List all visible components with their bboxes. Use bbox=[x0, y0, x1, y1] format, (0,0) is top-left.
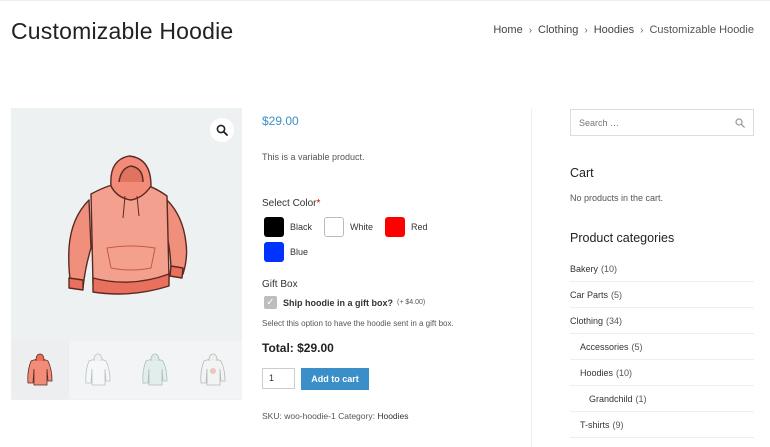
category-name: Hoodies bbox=[580, 367, 614, 378]
product-sku: SKU: woo-hoodie-1 bbox=[262, 411, 336, 421]
quantity-input[interactable]: 1 bbox=[262, 368, 295, 389]
product-main-image[interactable] bbox=[11, 108, 242, 340]
cart-widget-title: Cart bbox=[570, 166, 594, 180]
search-icon[interactable] bbox=[735, 117, 745, 128]
category-item-t-shirts[interactable]: T-shirts (9) bbox=[570, 412, 754, 438]
breadcrumb-home[interactable]: Home bbox=[493, 24, 522, 36]
breadcrumb-separator: › bbox=[640, 24, 644, 36]
category-count: (5) bbox=[631, 341, 643, 352]
swatch-red-box bbox=[385, 217, 406, 237]
gift-box-checkbox[interactable]: ✓ bbox=[264, 296, 277, 309]
category-count: (5) bbox=[611, 289, 623, 300]
product-meta: SKU: woo-hoodie-1 Category: Hoodies bbox=[262, 411, 409, 421]
categories-widget-title: Product categories bbox=[570, 231, 675, 245]
thumbnail-red-hoodie[interactable] bbox=[11, 341, 69, 399]
search-box bbox=[570, 109, 754, 136]
page-title: Customizable Hoodie bbox=[11, 18, 234, 44]
thumbnail-green-hoodie[interactable] bbox=[126, 341, 185, 399]
swatch-white-box bbox=[324, 217, 345, 237]
category-count: (10) bbox=[601, 263, 618, 274]
product-gallery bbox=[11, 108, 242, 400]
breadcrumb-hoodies[interactable]: Hoodies bbox=[594, 24, 634, 36]
category-count: (34) bbox=[606, 315, 623, 326]
gift-box-help-text: Select this option to have the hoodie se… bbox=[262, 319, 454, 328]
swatch-red[interactable]: Red bbox=[385, 217, 428, 237]
add-to-cart-button[interactable]: Add to cart bbox=[301, 368, 369, 390]
thumbnail-white-hoodie[interactable] bbox=[68, 341, 127, 399]
swatch-black-box bbox=[264, 217, 284, 237]
color-swatches-row-1: Black White Red bbox=[264, 217, 440, 237]
product-short-description: This is a variable product. bbox=[262, 152, 365, 162]
search-input[interactable] bbox=[579, 117, 719, 128]
breadcrumb-separator: › bbox=[528, 24, 533, 36]
sidebar-divider bbox=[531, 108, 532, 447]
category-name: Bakery bbox=[570, 263, 599, 274]
swatch-label: Black bbox=[290, 222, 313, 232]
product-total: Total: $29.00 bbox=[262, 341, 334, 355]
required-mark: * bbox=[316, 198, 321, 209]
category-item-clothing[interactable]: Clothing (34) bbox=[570, 308, 754, 334]
thumbnail-logo-hoodie[interactable] bbox=[184, 341, 242, 399]
category-item-car-parts[interactable]: Car Parts (5) bbox=[570, 282, 754, 308]
category-count: (9) bbox=[612, 419, 624, 430]
zoom-button[interactable] bbox=[210, 118, 234, 142]
checkmark-icon: ✓ bbox=[266, 297, 275, 308]
hoodie-thumbnail-icon bbox=[142, 353, 168, 386]
product-price: $29.00 bbox=[262, 114, 299, 128]
breadcrumb: Home › Clothing › Hoodies › Customizable… bbox=[493, 24, 754, 36]
hoodie-thumbnail-icon bbox=[85, 353, 111, 386]
cart-empty-message: No products in the cart. bbox=[570, 193, 664, 203]
magnifier-icon bbox=[216, 124, 228, 136]
category-count: (1) bbox=[635, 393, 647, 404]
hoodie-thumbnail-icon bbox=[27, 353, 53, 386]
swatch-label: Blue bbox=[290, 247, 309, 257]
swatch-black[interactable]: Black bbox=[264, 217, 312, 237]
category-name: Car Parts bbox=[570, 289, 609, 300]
hoodie-image bbox=[68, 155, 188, 295]
swatch-blue-box bbox=[264, 242, 284, 262]
color-label-text: Select Color bbox=[262, 198, 317, 209]
category-name: Clothing bbox=[570, 315, 604, 326]
color-swatches-row-2: Blue bbox=[264, 242, 320, 262]
top-border bbox=[0, 0, 770, 3]
category-item-hoodies[interactable]: Hoodies (10) bbox=[570, 360, 754, 386]
hoodie-thumbnail-icon bbox=[200, 353, 226, 386]
swatch-label: White bbox=[350, 222, 374, 232]
breadcrumb-clothing[interactable]: Clothing bbox=[538, 24, 578, 36]
gift-box-price: (+ $4.00) bbox=[397, 299, 426, 306]
gallery-thumbnails bbox=[11, 341, 242, 399]
category-count: (10) bbox=[616, 367, 633, 378]
gift-box-option[interactable]: ✓ Ship hoodie in a gift box? (+ $4.00) bbox=[264, 296, 425, 309]
breadcrumb-separator: › bbox=[584, 24, 588, 36]
product-categories-list: Bakery (10) Car Parts (5) Clothing (34) Acc… bbox=[570, 256, 754, 438]
category-name: Accessories bbox=[580, 341, 629, 352]
category-label: Category: bbox=[338, 411, 375, 421]
breadcrumb-current: Customizable Hoodie bbox=[649, 24, 754, 36]
category-name: Grandchild bbox=[589, 393, 633, 404]
swatch-label: Red bbox=[411, 222, 428, 232]
category-name: T-shirts bbox=[580, 419, 610, 430]
category-item-bakery[interactable]: Bakery (10) bbox=[570, 256, 754, 282]
swatch-blue[interactable]: Blue bbox=[264, 242, 308, 262]
color-select-label: Select Color* bbox=[262, 198, 320, 209]
gift-box-label: Gift Box bbox=[262, 279, 298, 290]
category-item-accessories[interactable]: Accessories (5) bbox=[570, 334, 754, 360]
gift-box-option-text: Ship hoodie in a gift box? bbox=[283, 297, 393, 308]
category-item-grandchild[interactable]: Grandchild (1) bbox=[570, 386, 754, 412]
category-link[interactable]: Hoodies bbox=[377, 411, 408, 421]
swatch-white[interactable]: White bbox=[324, 217, 373, 237]
